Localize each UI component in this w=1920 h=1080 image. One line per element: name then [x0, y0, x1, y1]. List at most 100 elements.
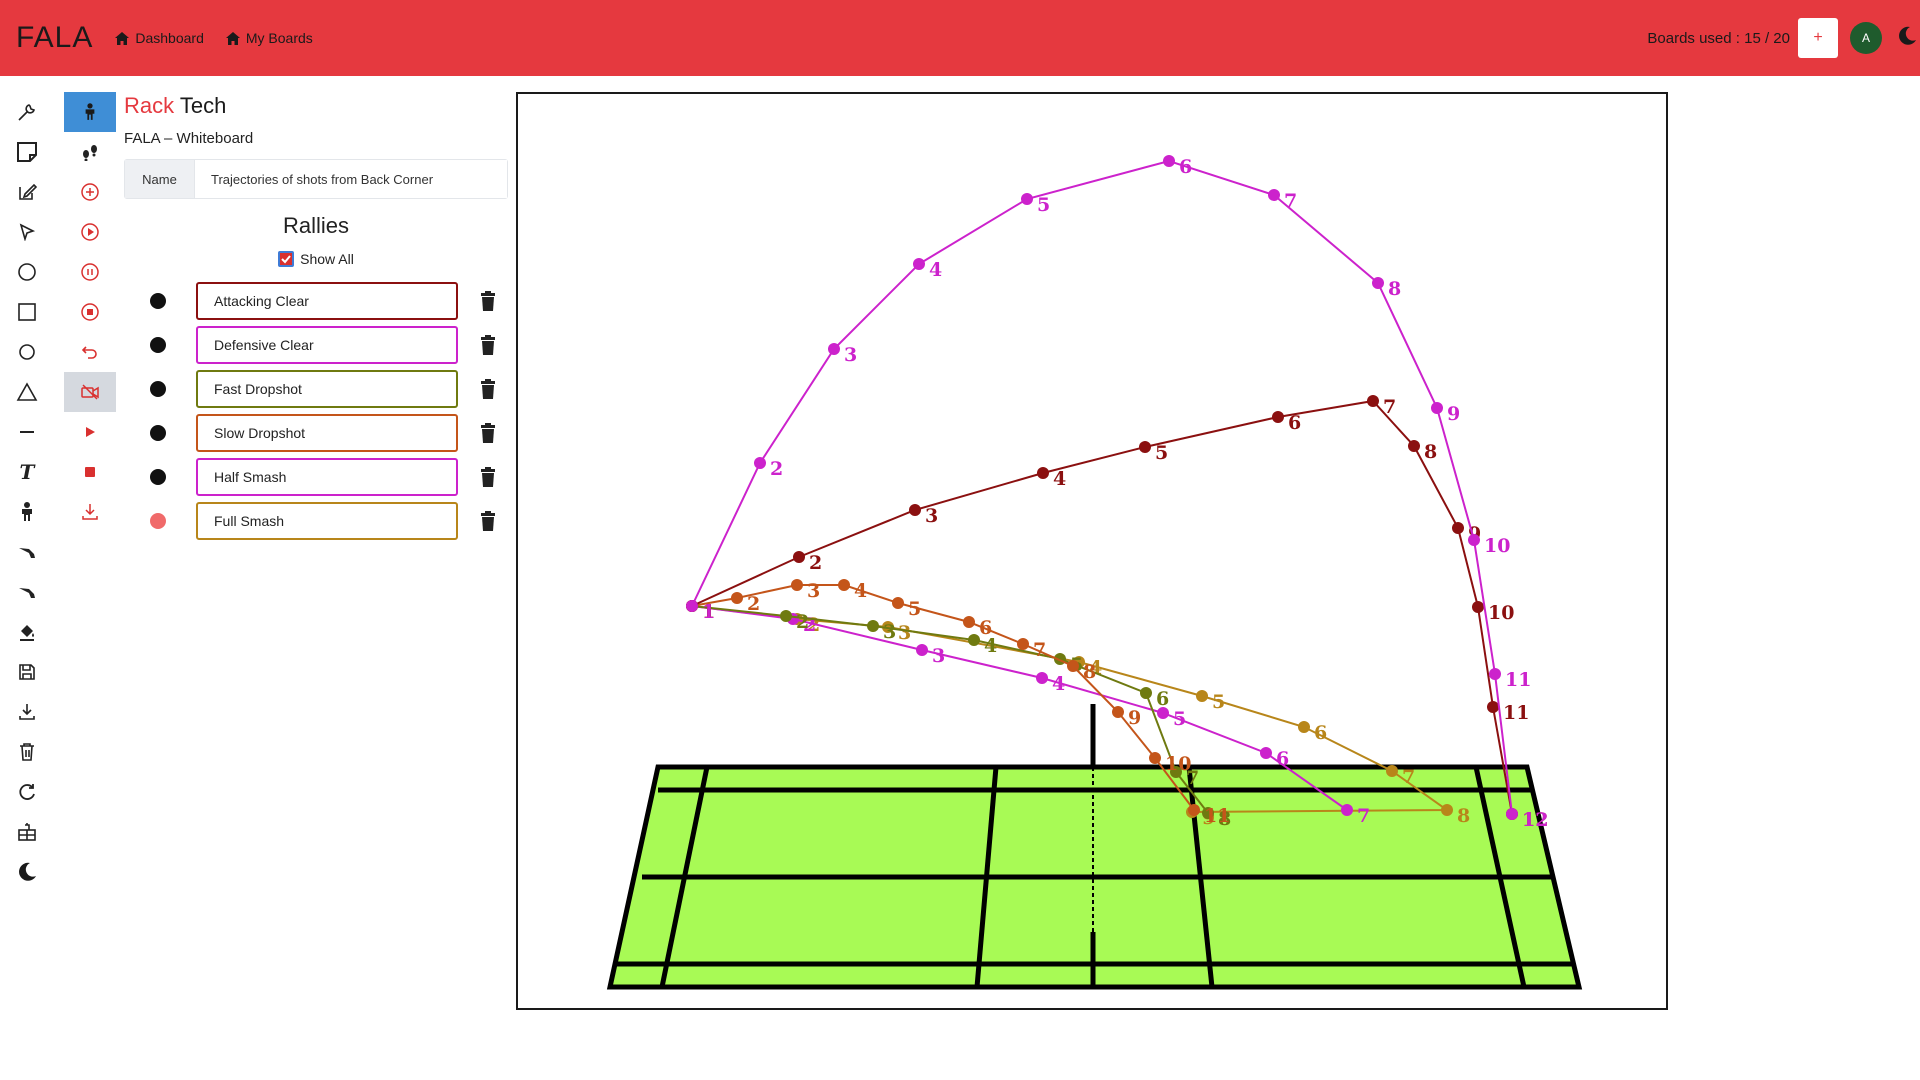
rally-name-input[interactable] — [196, 282, 458, 320]
trajectory-point[interactable] — [828, 343, 840, 355]
trajectory-point[interactable] — [1487, 701, 1499, 713]
trajectory-point[interactable] — [1036, 672, 1048, 684]
rally-name-input[interactable] — [196, 326, 458, 364]
trajectory-point[interactable] — [1017, 638, 1029, 650]
trajectory-point[interactable] — [1408, 440, 1420, 452]
rally-name-input[interactable] — [196, 414, 458, 452]
shuttlecock-icon[interactable] — [10, 532, 44, 572]
trajectory-point[interactable] — [1386, 765, 1398, 777]
delete-rally-button[interactable] — [480, 423, 496, 443]
line-icon[interactable] — [10, 412, 44, 452]
show-all-checkbox[interactable] — [278, 251, 295, 267]
trajectory-point[interactable] — [1188, 804, 1200, 816]
trajectory-point[interactable] — [1506, 808, 1518, 820]
nav-dashboard[interactable]: Dashboard — [115, 30, 204, 46]
trajectory-point[interactable] — [780, 610, 792, 622]
trajectory-point[interactable] — [1372, 277, 1384, 289]
rally-name-input[interactable] — [196, 370, 458, 408]
trajectory-point[interactable] — [1149, 752, 1161, 764]
rally-name-input[interactable] — [196, 502, 458, 540]
wrench-icon[interactable] — [10, 92, 44, 132]
rally-visibility-dot[interactable] — [150, 293, 166, 309]
rally-visibility-dot[interactable] — [150, 381, 166, 397]
trajectory-point[interactable] — [1196, 690, 1208, 702]
trajectory-point[interactable] — [1441, 804, 1453, 816]
trajectory-point[interactable] — [754, 457, 766, 469]
trajectory-point[interactable] — [1112, 706, 1124, 718]
save-icon[interactable] — [10, 652, 44, 692]
trajectory-point[interactable] — [1367, 395, 1379, 407]
delete-rally-button[interactable] — [480, 379, 496, 399]
rally-visibility-dot[interactable] — [150, 337, 166, 353]
trajectory-point[interactable] — [1139, 441, 1151, 453]
player-icon[interactable] — [64, 92, 116, 132]
delete-rally-button[interactable] — [480, 291, 496, 311]
trajectory-point[interactable] — [1140, 687, 1152, 699]
pointer-icon[interactable] — [10, 212, 44, 252]
trajectory-point[interactable] — [1272, 411, 1284, 423]
trajectory-point[interactable] — [892, 597, 904, 609]
show-all-toggle[interactable]: Show All — [124, 251, 508, 267]
rally-name-input[interactable] — [196, 458, 458, 496]
trajectory-point[interactable] — [1431, 402, 1443, 414]
circle-outline-icon[interactable] — [10, 332, 44, 372]
app-brand[interactable]: FALA — [16, 21, 93, 55]
trajectory-point[interactable] — [791, 579, 803, 591]
trajectory-point[interactable] — [1452, 522, 1464, 534]
circle-icon[interactable] — [10, 252, 44, 292]
trajectory-defensive[interactable]: 123456789101112 — [686, 155, 1548, 831]
trajectory-point[interactable] — [1468, 534, 1480, 546]
trajectory-point[interactable] — [1298, 721, 1310, 733]
player-icon[interactable] — [10, 492, 44, 532]
play-circle-icon[interactable] — [64, 212, 116, 252]
trajectory-point[interactable] — [1260, 747, 1272, 759]
trajectory-point[interactable] — [867, 620, 879, 632]
rally-visibility-dot[interactable] — [150, 469, 166, 485]
triangle-icon[interactable] — [10, 372, 44, 412]
trajectory-point[interactable] — [731, 592, 743, 604]
stop-circle-icon[interactable] — [64, 292, 116, 332]
trajectory-point[interactable] — [1341, 804, 1353, 816]
trajectory-point[interactable] — [1021, 193, 1033, 205]
shuttlecock-alt-icon[interactable] — [10, 572, 44, 612]
play-icon[interactable] — [64, 412, 116, 452]
edit-icon[interactable] — [10, 172, 44, 212]
add-board-button[interactable]: + — [1798, 18, 1838, 58]
trajectory-point[interactable] — [1472, 601, 1484, 613]
trajectory-point[interactable] — [963, 616, 975, 628]
trajectory-point[interactable] — [1067, 660, 1079, 672]
trajectory-point[interactable] — [909, 504, 921, 516]
delete-rally-button[interactable] — [480, 335, 496, 355]
name-input[interactable] — [195, 160, 507, 198]
trajectory-point[interactable] — [916, 644, 928, 656]
paint-bucket-icon[interactable] — [10, 612, 44, 652]
download-icon[interactable] — [64, 492, 116, 532]
rally-visibility-dot[interactable] — [150, 425, 166, 441]
stop-icon[interactable] — [64, 452, 116, 492]
moon-icon[interactable] — [1896, 25, 1918, 52]
sticky-note-icon[interactable] — [10, 132, 44, 172]
pause-circle-icon[interactable] — [64, 252, 116, 292]
rally-visibility-dot[interactable] — [150, 513, 166, 529]
trajectory-point[interactable] — [1163, 155, 1175, 167]
trajectory-point[interactable] — [1489, 668, 1501, 680]
avatar[interactable]: A — [1850, 22, 1882, 54]
whiteboard-canvas[interactable]: 1234567891234567123456781234567891011123… — [516, 92, 1668, 1010]
whiteboard-drawing[interactable]: 1234567891234567123456781234567891011123… — [518, 94, 1666, 1008]
square-icon[interactable] — [10, 292, 44, 332]
download-icon[interactable] — [10, 692, 44, 732]
moon-icon[interactable] — [10, 852, 44, 892]
trash-icon[interactable] — [10, 732, 44, 772]
trajectory-point[interactable] — [793, 551, 805, 563]
add-circle-icon[interactable] — [64, 172, 116, 212]
trajectory-point[interactable] — [686, 600, 698, 612]
footsteps-icon[interactable] — [64, 132, 116, 172]
trajectory-point[interactable] — [913, 258, 925, 270]
trajectory-point[interactable] — [1037, 467, 1049, 479]
refresh-icon[interactable] — [10, 772, 44, 812]
nav-my-boards[interactable]: My Boards — [225, 30, 313, 46]
trajectory-point[interactable] — [838, 579, 850, 591]
text-icon[interactable]: T — [10, 452, 44, 492]
delete-rally-button[interactable] — [480, 511, 496, 531]
undo-icon[interactable] — [64, 332, 116, 372]
